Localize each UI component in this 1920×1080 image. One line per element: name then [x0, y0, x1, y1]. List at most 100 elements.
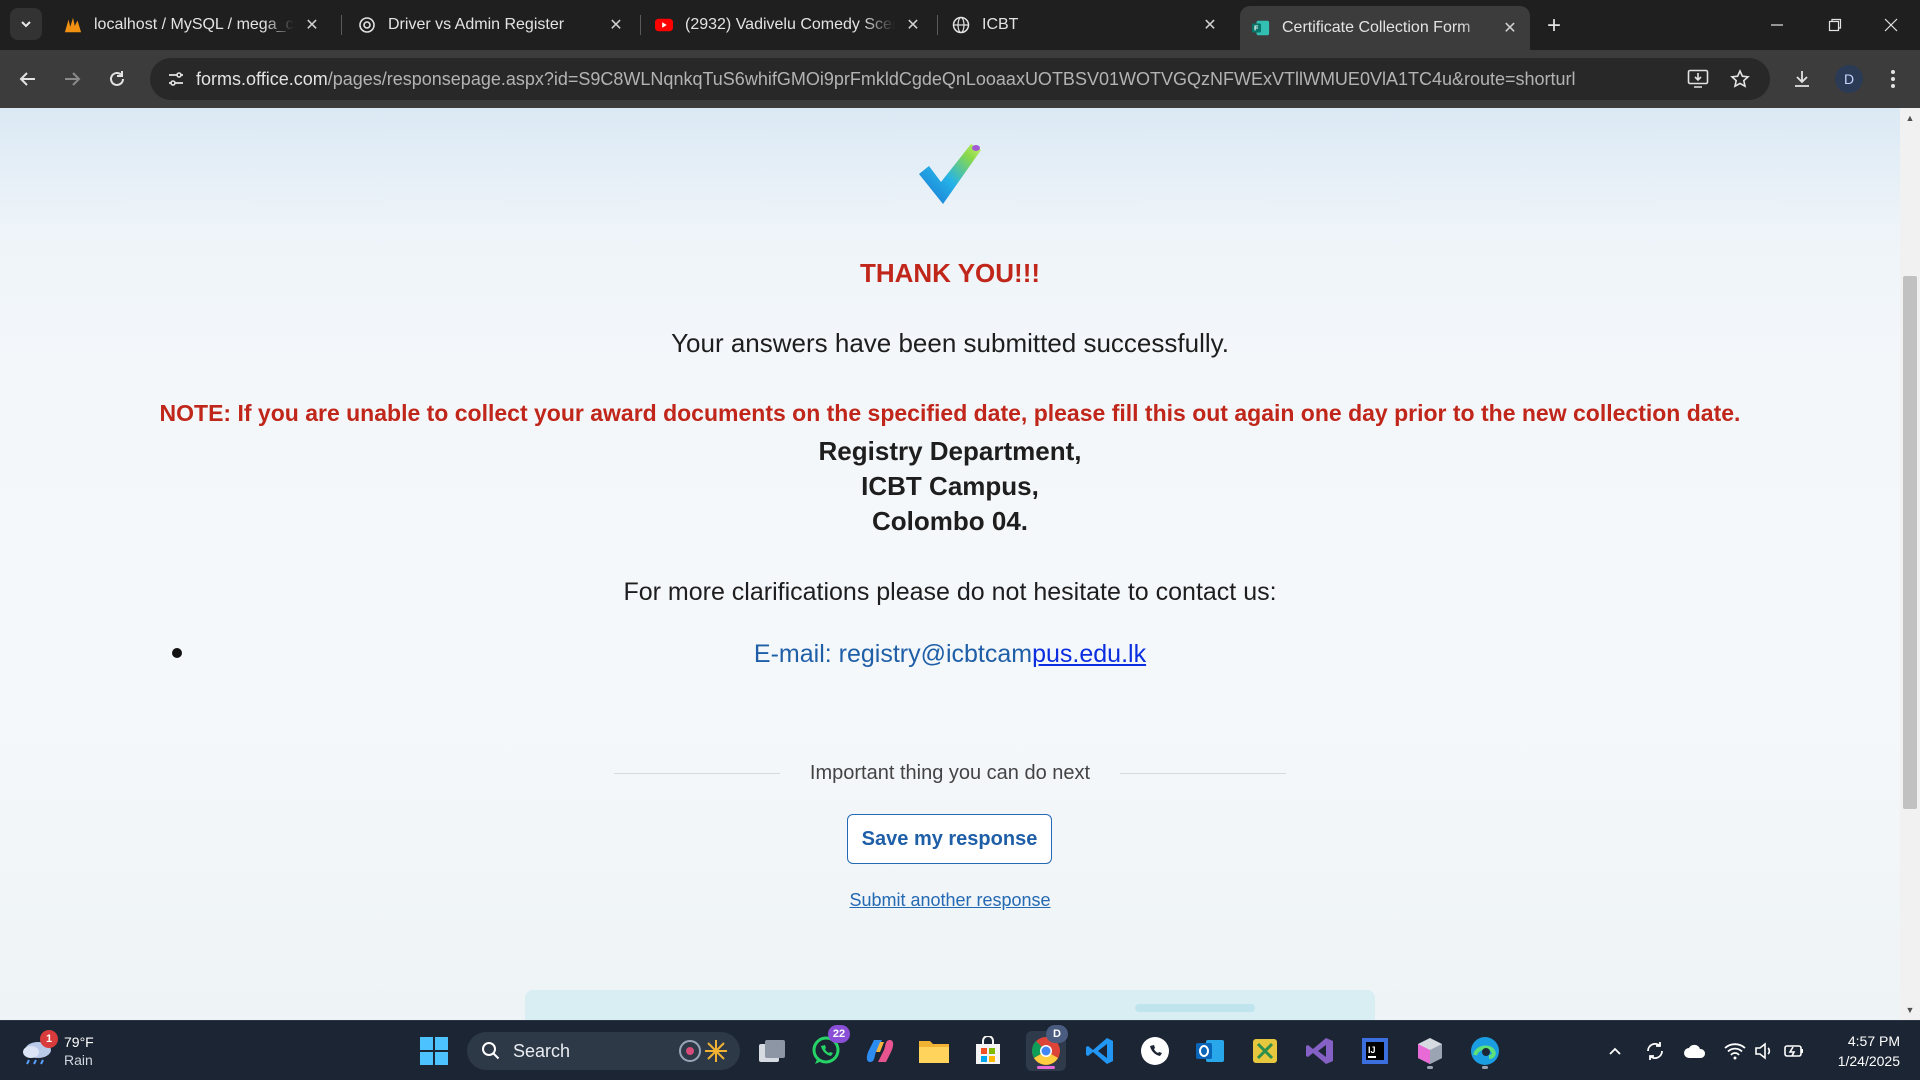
- windows-logo-icon: [420, 1037, 448, 1065]
- bookmark-button[interactable]: [1724, 63, 1756, 95]
- scroll-up-icon[interactable]: ▲: [1904, 112, 1916, 124]
- install-app-button[interactable]: [1682, 63, 1714, 95]
- tab-title: ICBT: [982, 16, 1019, 33]
- battery-tray-button[interactable]: [1780, 1037, 1808, 1065]
- new-tab-button[interactable]: +: [1540, 12, 1568, 40]
- close-icon[interactable]: ✕: [1500, 18, 1520, 38]
- cloud-icon: [1684, 1044, 1706, 1058]
- save-response-button[interactable]: Save my response: [847, 814, 1052, 864]
- visual-studio-button[interactable]: [1300, 1031, 1340, 1071]
- task-view-button[interactable]: [752, 1031, 792, 1071]
- copilot-taskbar-button[interactable]: [860, 1031, 900, 1071]
- tab-title: localhost / MySQL / mega_city: [94, 16, 294, 33]
- minimize-button[interactable]: [1748, 0, 1806, 50]
- weather-badge: 1: [40, 1030, 58, 1048]
- next-steps-label: Important thing you can do next: [809, 761, 1091, 784]
- taskbar-search[interactable]: Search: [467, 1032, 740, 1070]
- downloads-button[interactable]: [1786, 63, 1818, 95]
- wifi-icon: [1724, 1043, 1746, 1060]
- start-button[interactable]: [414, 1031, 454, 1071]
- browser-tab-strip: localhost / MySQL / mega_city ✕ Driver v…: [0, 0, 1920, 50]
- whatsapp-desktop-button[interactable]: [1135, 1031, 1175, 1071]
- show-hidden-icons-button[interactable]: [1601, 1037, 1629, 1065]
- close-icon[interactable]: ✕: [1200, 15, 1220, 35]
- store-icon: [976, 1036, 1000, 1064]
- address-bar[interactable]: forms.office.com/pages/responsepage.aspx…: [150, 58, 1770, 100]
- back-button[interactable]: [12, 63, 44, 95]
- sync-tray-button[interactable]: [1641, 1037, 1669, 1065]
- restore-icon: [1828, 18, 1842, 32]
- copilot-icon: [866, 1040, 894, 1062]
- outlook-taskbar-button[interactable]: [1190, 1031, 1230, 1071]
- wifi-tray-button[interactable]: [1721, 1037, 1749, 1065]
- arrow-right-icon: [65, 72, 81, 86]
- tab-driver-register[interactable]: Driver vs Admin Register ✕: [346, 6, 636, 44]
- weather-description: Rain: [64, 1052, 93, 1068]
- close-icon[interactable]: ✕: [606, 15, 626, 35]
- outlook-icon: [1196, 1040, 1224, 1062]
- menu-button[interactable]: [1877, 63, 1909, 95]
- file-explorer-button[interactable]: [914, 1031, 954, 1071]
- taskbar-clock[interactable]: 4:57 PM 1/24/2025: [1820, 1031, 1900, 1071]
- cube-app-button[interactable]: [1410, 1031, 1450, 1071]
- tab-certificate-form[interactable]: F Certificate Collection Form ✕: [1240, 6, 1530, 50]
- tab-search-button[interactable]: [10, 8, 42, 40]
- chevron-up-icon: [1609, 1047, 1621, 1055]
- svg-text:IJ: IJ: [1368, 1045, 1376, 1055]
- minimize-icon: [1771, 24, 1783, 26]
- chrome-taskbar-button[interactable]: D: [1026, 1025, 1068, 1071]
- task-view-icon: [759, 1040, 785, 1062]
- close-window-button[interactable]: [1862, 0, 1920, 50]
- windows-taskbar: 1 79°F Rain Search 22 D IJ 4:57 PM 1/24/…: [0, 1020, 1920, 1080]
- close-icon: [1884, 18, 1898, 32]
- intellij-button[interactable]: IJ: [1355, 1031, 1395, 1071]
- clock-time: 4:57 PM: [1847, 1033, 1900, 1049]
- submit-another-link[interactable]: Submit another response: [0, 890, 1900, 911]
- arrow-left-icon: [19, 72, 35, 86]
- next-steps-divider: Important thing you can do next: [614, 758, 1286, 788]
- scroll-down-icon[interactable]: ▼: [1904, 1004, 1916, 1016]
- divider-line: [614, 772, 780, 774]
- close-icon[interactable]: ✕: [302, 15, 322, 35]
- profile-avatar[interactable]: D: [1835, 65, 1863, 93]
- forward-button[interactable]: [56, 63, 88, 95]
- scrollbar-thumb[interactable]: [1903, 276, 1917, 809]
- vscode-icon: [1086, 1038, 1113, 1064]
- close-icon[interactable]: ✕: [903, 15, 923, 35]
- email-link[interactable]: pus.edu.lk: [1032, 640, 1146, 668]
- onedrive-tray-button[interactable]: [1681, 1037, 1709, 1065]
- site-info-icon[interactable]: [156, 69, 196, 89]
- snipping-icon: [1253, 1039, 1277, 1063]
- edge-icon: [1471, 1037, 1499, 1065]
- page-scrollbar[interactable]: ▲ ▼: [1900, 108, 1920, 1020]
- speaker-icon: [1755, 1042, 1771, 1060]
- whatsapp-taskbar-button[interactable]: 22: [806, 1025, 850, 1071]
- running-indicator: [1482, 1066, 1488, 1069]
- reload-button[interactable]: [101, 63, 133, 95]
- edge-taskbar-button[interactable]: [1465, 1031, 1505, 1071]
- submitted-message: Your answers have been submitted success…: [671, 328, 1229, 358]
- rain-cloud-icon: 1: [20, 1030, 58, 1066]
- chrome-profile-badge: D: [1046, 1025, 1068, 1043]
- intellij-icon: IJ: [1362, 1038, 1388, 1064]
- vscode-taskbar-button[interactable]: [1080, 1031, 1120, 1071]
- contact-message: For more clarifications please do not he…: [623, 578, 1277, 606]
- tab-youtube[interactable]: (2932) Vadivelu Comedy Scenes ✕: [643, 6, 933, 44]
- url-text[interactable]: forms.office.com/pages/responsepage.aspx…: [196, 69, 1576, 90]
- volume-tray-button[interactable]: [1750, 1037, 1778, 1065]
- clock-date: 1/24/2025: [1837, 1053, 1900, 1069]
- snipping-tool-button[interactable]: [1245, 1031, 1285, 1071]
- globe-icon: [952, 16, 970, 34]
- weather-widget[interactable]: 1 79°F Rain: [20, 1029, 94, 1073]
- chatgpt-icon: [358, 16, 376, 34]
- tab-icbt[interactable]: ICBT ✕: [940, 6, 1230, 44]
- store-button[interactable]: [968, 1031, 1008, 1071]
- battery-charging-icon: [1784, 1045, 1803, 1057]
- restore-button[interactable]: [1806, 0, 1864, 50]
- tab-phpmyadmin[interactable]: localhost / MySQL / mega_city ✕: [52, 6, 332, 44]
- tab-title: (2932) Vadivelu Comedy Scenes: [685, 16, 895, 33]
- email-label: E-mail: registry@icbtcam: [753, 640, 1033, 668]
- running-indicator: [1427, 1066, 1433, 1069]
- visual-studio-icon: [1306, 1038, 1333, 1064]
- cube-icon: [1418, 1038, 1442, 1064]
